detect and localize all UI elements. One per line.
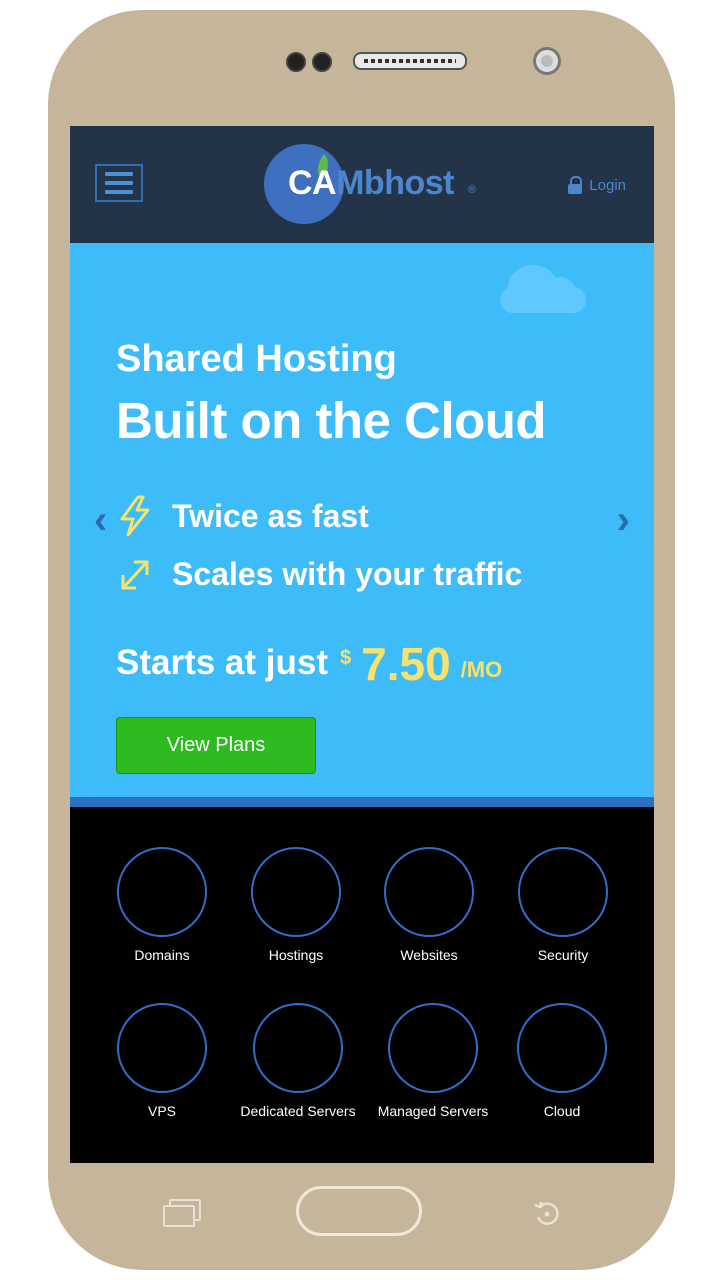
back-icon[interactable] [531,1198,563,1230]
price-currency: $ [340,647,352,669]
expand-arrows-icon [121,560,149,590]
service-dedicated-servers[interactable]: Dedicated Servers [228,1003,368,1119]
service-hostings[interactable]: Hostings [226,847,366,963]
services-grid: Domains Hostings Websites Security VPS D… [70,807,654,1163]
feature-scale-label: Scales with your traffic [172,555,523,592]
feature-scale: Scales with your traffic [116,553,522,595]
service-label: Dedicated Servers [240,1103,356,1119]
service-circle-icon [517,1003,607,1093]
service-cloud[interactable]: Cloud [492,1003,632,1119]
carousel-prev-arrow[interactable]: ‹ [94,500,107,540]
front-camera [286,52,306,72]
view-plans-button[interactable]: View Plans [116,717,316,774]
hero-banner: Shared Hosting Built on the Cloud ‹ › Tw… [70,243,654,797]
home-button[interactable] [296,1186,422,1236]
price-unit: /MO [460,657,503,682]
service-circle-icon [518,847,608,937]
service-circle-icon [117,1003,207,1093]
service-websites[interactable]: Websites [359,847,499,963]
service-label: Domains [134,947,190,963]
service-circle-icon [384,847,474,937]
unlock-icon [568,176,583,194]
carousel-next-arrow[interactable]: › [617,500,630,540]
login-label: Login [589,176,626,194]
price-line: Starts at just $ 7.50 /MO [116,638,503,691]
hamburger-icon [105,172,133,176]
price-amount: 7.50 [361,638,451,690]
service-label: Managed Servers [377,1103,489,1119]
service-circle-icon [117,847,207,937]
service-circle-icon [251,847,341,937]
service-vps[interactable]: VPS [92,1003,232,1119]
service-label: Websites [400,947,458,963]
service-label: Cloud [543,1103,581,1119]
earpiece-speaker [353,52,467,70]
logo-text-blue: Mbhost [336,164,454,202]
service-label: Security [537,947,589,963]
hero-bottom-bar [70,797,654,807]
registered-mark: ® [468,184,477,196]
hero-title-line1: Shared Hosting [116,338,397,380]
brand-logo[interactable]: CAMbhost [288,164,454,203]
proximity-sensor [533,47,561,75]
feature-fast: Twice as fast [116,495,369,537]
phone-screen: CAMbhost ® Login Shared Hosting Built on… [70,126,654,1163]
feature-fast-label: Twice as fast [172,497,369,534]
lightning-icon [120,495,150,537]
hamburger-menu-button[interactable] [95,164,143,202]
front-camera-2 [312,52,332,72]
login-link[interactable]: Login [568,176,626,194]
recent-apps-icon[interactable] [163,1199,201,1227]
service-label: VPS [147,1103,176,1119]
price-prefix: Starts at just [116,643,328,682]
service-security[interactable]: Security [493,847,633,963]
cloud-icon [500,265,590,317]
top-navbar: CAMbhost ® Login [70,126,654,243]
service-domains[interactable]: Domains [92,847,232,963]
service-label: Hostings [268,947,324,963]
hero-title-line2: Built on the Cloud [116,392,547,449]
service-circle-icon [253,1003,343,1093]
service-circle-icon [388,1003,478,1093]
service-managed-servers[interactable]: Managed Servers [363,1003,503,1119]
logo-text-white: CA [288,164,337,202]
